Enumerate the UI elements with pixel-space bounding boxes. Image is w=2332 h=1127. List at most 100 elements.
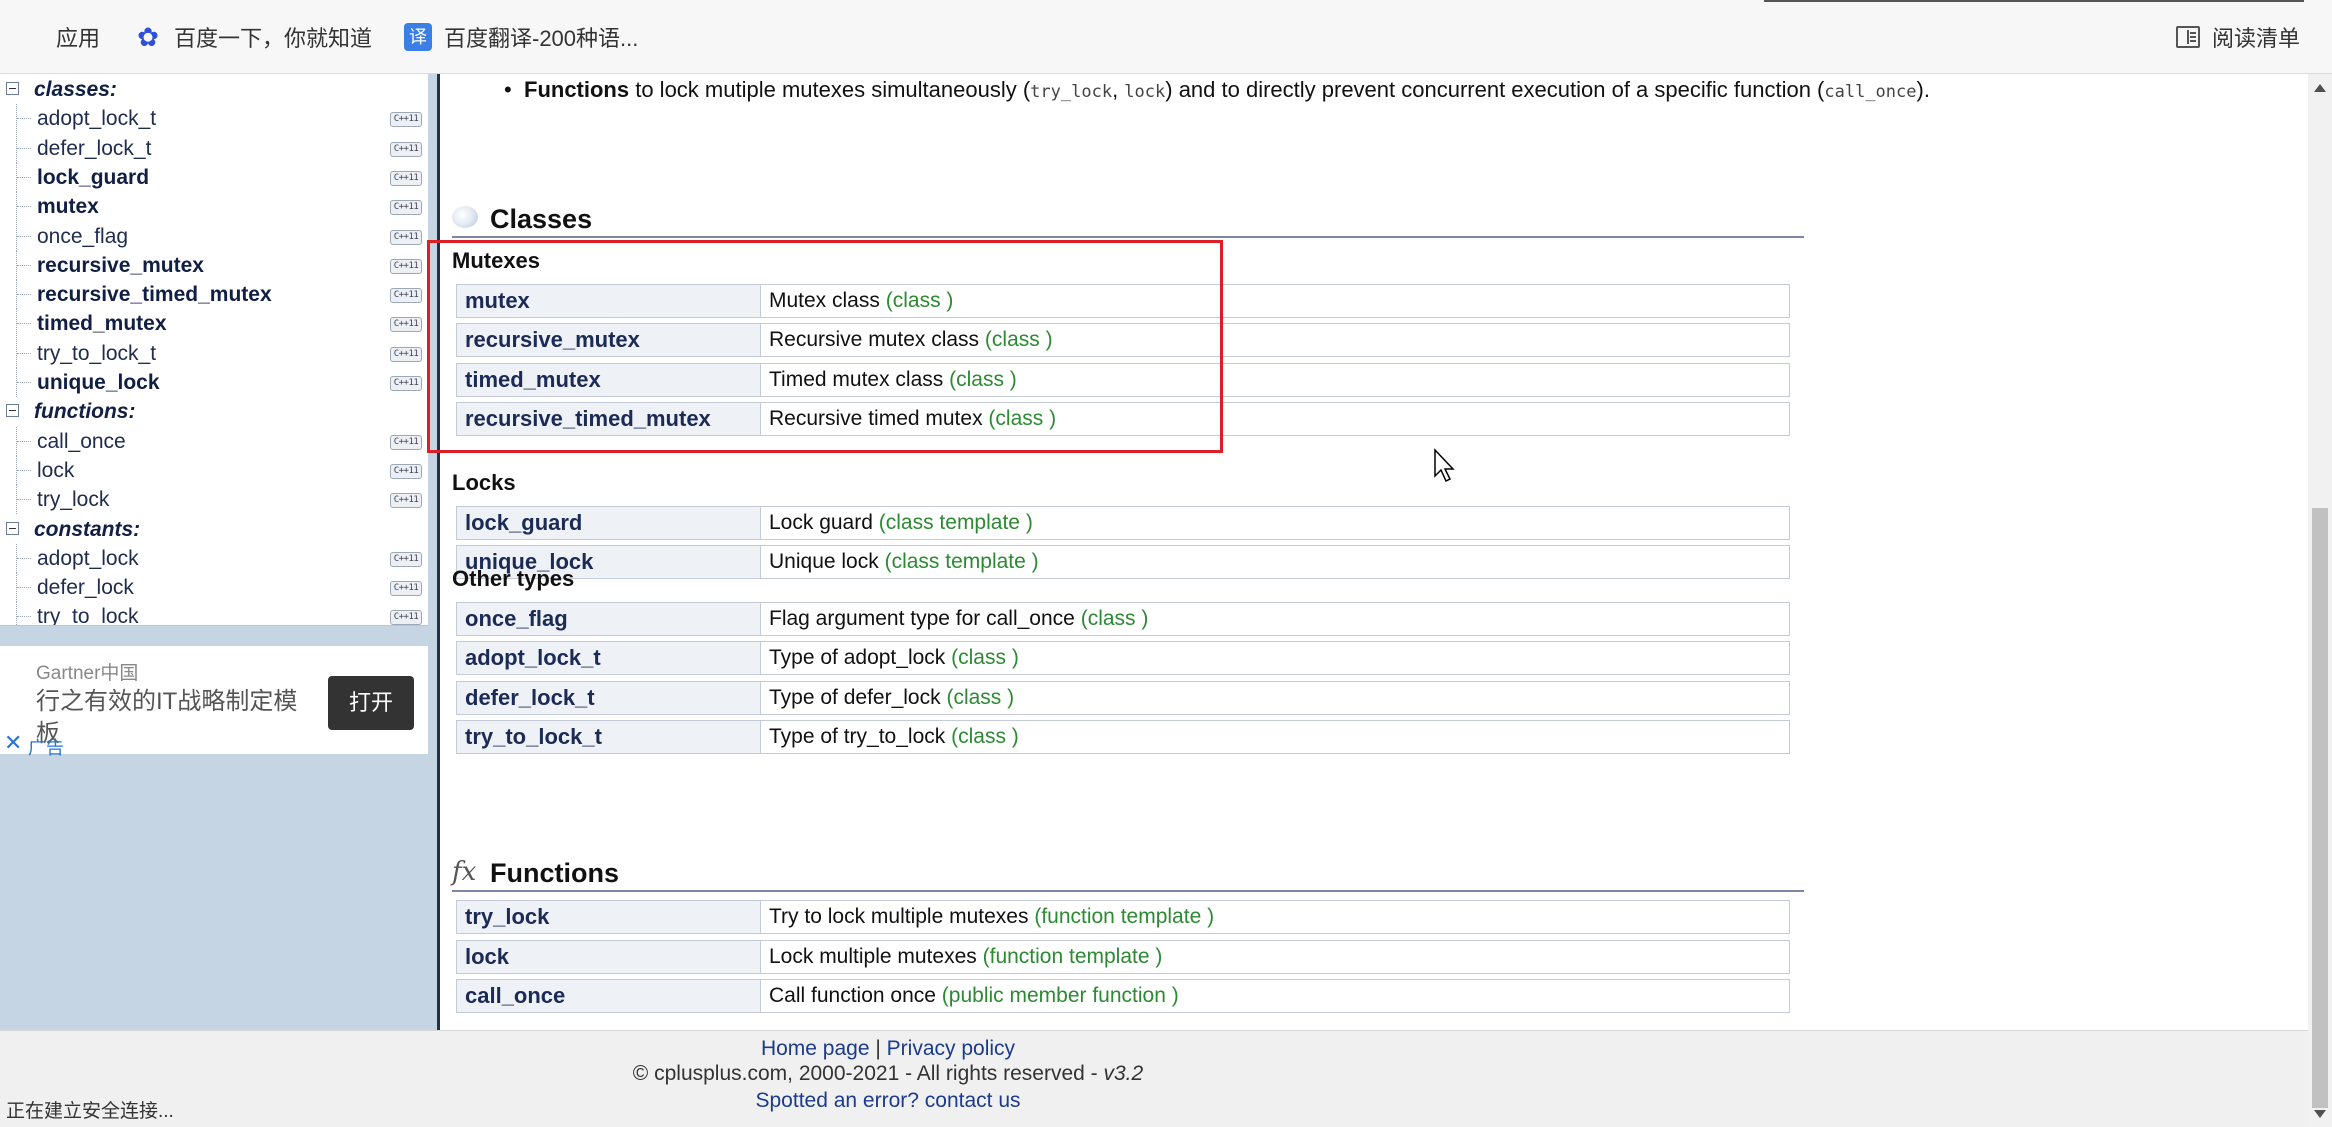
page-scrollbar[interactable] bbox=[2308, 74, 2332, 1127]
cpp11-badge-icon: C++11 bbox=[390, 288, 422, 303]
ref-name-link[interactable]: try_lock bbox=[457, 901, 761, 933]
tree-item-defer-lock-t[interactable]: defer_lock_t C++11 bbox=[0, 134, 428, 163]
ref-kind: class bbox=[958, 725, 1006, 748]
ref-kind-open: ( bbox=[878, 511, 886, 534]
ad-close-icon[interactable]: ✕ bbox=[4, 730, 22, 756]
collapse-icon[interactable] bbox=[6, 404, 19, 417]
contact-us-link[interactable]: Spotted an error? contact us bbox=[756, 1089, 1021, 1112]
tree-branch-line bbox=[17, 441, 31, 442]
reference-tree: classes: adopt_lock_t C++11 defer_lock_t C++… bbox=[0, 74, 428, 626]
privacy-policy-link[interactable]: Privacy policy bbox=[887, 1037, 1015, 1060]
ref-kind: class template bbox=[885, 511, 1020, 534]
tree-branch-line bbox=[17, 323, 31, 324]
ref-name-link[interactable]: try_to_lock_t bbox=[457, 721, 761, 753]
tree-item-mutex[interactable]: mutex C++11 bbox=[0, 192, 428, 221]
tree-item-label: lock_guard bbox=[37, 166, 150, 189]
tree-item-try-to-lock-t[interactable]: try_to_lock_t C++11 bbox=[0, 339, 428, 368]
tree-item-recursive-mutex[interactable]: recursive_mutex C++11 bbox=[0, 251, 428, 280]
cpp11-badge-icon: C++11 bbox=[390, 230, 422, 245]
collapse-icon[interactable] bbox=[6, 82, 19, 95]
tree-item-lock[interactable]: lock C++11 bbox=[0, 456, 428, 485]
tree-item-label: call_once bbox=[37, 430, 126, 453]
ref-description: Lock guard (class template ) bbox=[769, 507, 1033, 539]
bookmark-fanyi-label: 百度翻译-200种语... bbox=[444, 26, 639, 51]
reading-list-button[interactable]: 阅读清单 bbox=[2176, 22, 2300, 52]
bullet-dot: • bbox=[504, 77, 512, 102]
cpp11-badge-icon: C++11 bbox=[390, 610, 422, 625]
ref-name-link[interactable]: lock_guard bbox=[457, 507, 761, 539]
copyright-text: © cplusplus.com, 2000-2021 - All rights … bbox=[632, 1062, 1104, 1085]
ref-description: Flag argument type for call_once (class … bbox=[769, 603, 1148, 635]
table-row: lock Lock multiple mutexes (function temp… bbox=[456, 940, 1790, 974]
ad-open-button[interactable]: 打开 bbox=[328, 676, 414, 730]
tree-item-defer-lock[interactable]: defer_lock C++11 bbox=[0, 573, 428, 602]
cpp11-badge-icon: C++11 bbox=[390, 552, 422, 567]
table-row: defer_lock_t Type of defer_lock (class ) bbox=[456, 681, 1790, 715]
scroll-down-arrow-icon[interactable] bbox=[2314, 1110, 2326, 1118]
ref-kind: function template bbox=[1041, 905, 1202, 928]
scroll-up-arrow-icon[interactable] bbox=[2314, 84, 2326, 92]
footer-separator: | bbox=[869, 1037, 887, 1060]
ref-kind: class bbox=[958, 646, 1006, 669]
tree-group-0[interactable]: classes: bbox=[0, 75, 428, 104]
ref-name-link[interactable]: call_once bbox=[457, 980, 761, 1012]
reading-list-label: 阅读清单 bbox=[2212, 26, 2301, 51]
tree-item-adopt-lock-t[interactable]: adopt_lock_t C++11 bbox=[0, 104, 428, 133]
ref-kind-open: ( bbox=[982, 945, 990, 968]
tree-item-label: try_to_lock_t bbox=[37, 342, 157, 365]
tree-item-unique-lock[interactable]: unique_lock C++11 bbox=[0, 368, 428, 397]
ref-description: Try to lock multiple mutexes (function t… bbox=[769, 901, 1214, 933]
classes-title: Classes bbox=[490, 204, 593, 234]
ref-description: Unique lock (class template ) bbox=[769, 546, 1039, 578]
tree-item-call-once[interactable]: call_once C++11 bbox=[0, 427, 428, 456]
tree-branch-line bbox=[17, 587, 31, 588]
tree-item-label: mutex bbox=[37, 195, 99, 218]
site-version: v3.2 bbox=[1103, 1062, 1144, 1085]
intro-code-try-lock: try_lock bbox=[1030, 82, 1113, 102]
tree-guide-line bbox=[16, 602, 18, 625]
tree-branch-line bbox=[17, 236, 31, 237]
scroll-thumb[interactable] bbox=[2312, 508, 2328, 1108]
ref-kind-close: ) bbox=[1001, 686, 1015, 709]
bookmark-baidu[interactable]: ✿ 百度一下，你就知道 bbox=[134, 22, 372, 52]
ref-desc-text: Lock guard bbox=[769, 511, 873, 534]
tree-item-try-to-lock[interactable]: try_to_lock C++11 bbox=[0, 602, 428, 625]
tree-group-1[interactable]: functions: bbox=[0, 397, 428, 426]
page-footer: Home page | Privacy policy © cplusplus.c… bbox=[0, 1030, 2308, 1127]
tree-item-lock-guard[interactable]: lock_guard C++11 bbox=[0, 163, 428, 192]
intro-text-4: ). bbox=[1916, 77, 1930, 102]
tree-item-once-flag[interactable]: once_flag C++11 bbox=[0, 222, 428, 251]
tree-group-2[interactable]: constants: bbox=[0, 515, 428, 544]
tree-item-recursive-timed-mutex[interactable]: recursive_timed_mutex C++11 bbox=[0, 280, 428, 309]
home-page-link[interactable]: Home page bbox=[761, 1037, 870, 1060]
ad-banner[interactable]: Gartner中国 行之有效的IT战略制定模板 打开 ✕ 广告 bbox=[0, 646, 428, 758]
ref-name-link[interactable]: lock bbox=[457, 941, 761, 973]
bookmark-fanyi[interactable]: 译 百度翻译-200种语... bbox=[404, 22, 638, 52]
tree-item-label: adopt_lock_t bbox=[37, 107, 157, 130]
tree-branch-line bbox=[17, 616, 31, 617]
cpp11-badge-icon: C++11 bbox=[390, 581, 422, 596]
tree-item-try-lock[interactable]: try_lock C++11 bbox=[0, 485, 428, 514]
ref-kind: class template bbox=[891, 550, 1026, 573]
ref-name-link[interactable]: adopt_lock_t bbox=[457, 642, 761, 674]
ad-brand: Gartner中国 bbox=[36, 663, 139, 684]
ref-desc-text: Type of try_to_lock bbox=[769, 725, 946, 748]
ref-kind-open: ( bbox=[1080, 607, 1088, 630]
red-highlight-box bbox=[427, 240, 1223, 453]
ref-name-link[interactable]: defer_lock_t bbox=[457, 682, 761, 714]
tree-branch-line bbox=[17, 353, 31, 354]
ad-text[interactable]: 行之有效的IT战略制定模板 bbox=[36, 686, 306, 750]
collapse-icon[interactable] bbox=[6, 522, 19, 535]
classes-section-header: Classes bbox=[452, 204, 1804, 238]
ref-kind-close: ) bbox=[1025, 550, 1039, 573]
table-row: try_to_lock_t Type of try_to_lock (class … bbox=[456, 720, 1790, 754]
ref-desc-text: Type of adopt_lock bbox=[769, 646, 946, 669]
tree-item-adopt-lock[interactable]: adopt_lock C++11 bbox=[0, 544, 428, 573]
ref-desc-text: Flag argument type for call_once bbox=[769, 607, 1075, 630]
ref-desc-text: Type of defer_lock bbox=[769, 686, 941, 709]
tree-item-timed-mutex[interactable]: timed_mutex C++11 bbox=[0, 309, 428, 338]
bookmark-apps[interactable]: 应用 bbox=[16, 22, 100, 52]
ref-kind: public member function bbox=[948, 984, 1166, 1007]
ref-name-link[interactable]: once_flag bbox=[457, 603, 761, 635]
ref-kind: class bbox=[1087, 607, 1136, 630]
